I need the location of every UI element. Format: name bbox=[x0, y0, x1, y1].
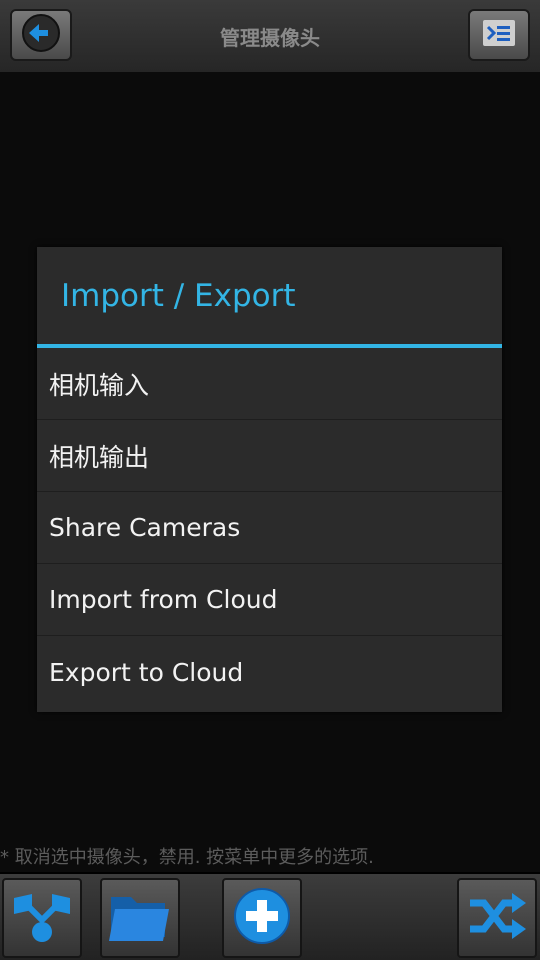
menu-item-camera-import[interactable]: 相机输入 bbox=[37, 348, 502, 420]
dialog-title: Import / Export bbox=[61, 277, 296, 314]
hint-text: * 取消选中摄像头，禁用. 按菜单中更多的选项. bbox=[0, 847, 374, 868]
add-camera-button[interactable] bbox=[222, 878, 302, 958]
top-bar: 管理摄像头 bbox=[0, 0, 540, 73]
back-button[interactable] bbox=[10, 9, 72, 61]
import-export-dialog: Import / Export 相机输入 相机输出 Share Cameras … bbox=[37, 247, 502, 712]
collapse-list-icon bbox=[483, 20, 515, 50]
menu-item-import-from-cloud[interactable]: Import from Cloud bbox=[37, 564, 502, 636]
add-circle-icon bbox=[232, 886, 292, 950]
page-title: 管理摄像头 bbox=[220, 25, 320, 50]
menu-item-export-to-cloud[interactable]: Export to Cloud bbox=[37, 636, 502, 708]
arrow-left-icon bbox=[21, 13, 61, 57]
bottom-toolbar bbox=[0, 874, 540, 960]
shuffle-icon bbox=[466, 889, 528, 947]
shuffle-button[interactable] bbox=[457, 878, 537, 958]
menu-item-share-cameras[interactable]: Share Cameras bbox=[37, 492, 502, 564]
menu-button[interactable] bbox=[468, 9, 530, 61]
folder-button[interactable] bbox=[100, 878, 180, 958]
folder-icon bbox=[107, 887, 173, 949]
menu-item-camera-export[interactable]: 相机输出 bbox=[37, 420, 502, 492]
camera-group-button[interactable] bbox=[2, 878, 82, 958]
camera-group-icon bbox=[10, 884, 74, 952]
